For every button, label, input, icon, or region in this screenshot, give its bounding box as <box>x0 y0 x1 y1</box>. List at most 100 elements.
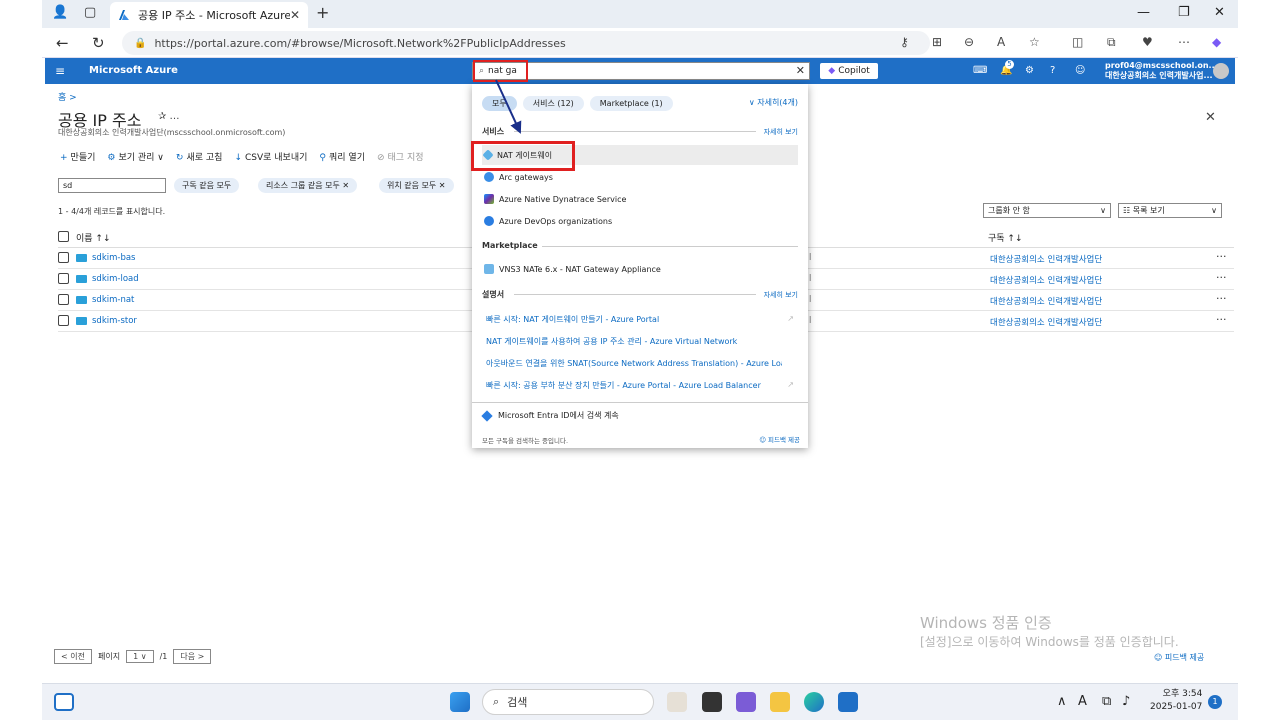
refresh-icon[interactable]: ↻ <box>92 34 105 52</box>
account-info[interactable]: prof04@mscsschool.on... 대한상공회의소 인력개발사업..… <box>1105 61 1218 81</box>
read-aloud-icon[interactable]: A <box>997 35 1005 49</box>
more-icon[interactable]: ⋯ <box>1178 35 1190 49</box>
store-icon[interactable] <box>838 692 858 712</box>
docs-see-more-link[interactable]: 자세히 보기 <box>764 290 798 300</box>
volume-icon[interactable]: ♪ <box>1122 694 1130 709</box>
tab-close-icon[interactable]: ✕ <box>290 8 300 22</box>
apps-icon[interactable]: ⊞ <box>932 35 942 49</box>
doc-link[interactable]: 빠른 시작: NAT 게이트웨이 만들기 - Azure Portal <box>486 314 782 325</box>
filter-pill-subscription[interactable]: 구독 같음 모두 <box>174 178 240 193</box>
feedback-icon[interactable]: ☺ <box>1075 65 1085 76</box>
view-select[interactable]: ☷ 목록 보기 ∨ <box>1118 203 1222 218</box>
col-subscription-header[interactable]: 구독 ↑↓ <box>988 231 1023 244</box>
chevron-up-icon[interactable]: ∧ <box>1057 694 1067 709</box>
copilot-browser-icon[interactable]: ◆ <box>1212 35 1221 49</box>
row-subscription-link[interactable]: 대한상공회의소 인력개발사업단 <box>990 295 1102 307</box>
row-checkbox[interactable] <box>58 294 69 305</box>
result-dynatrace[interactable]: Azure Native Dynatrace Service <box>482 189 798 209</box>
chat-icon[interactable] <box>736 692 756 712</box>
new-tab-icon[interactable]: + <box>316 3 329 22</box>
row-name-link[interactable]: sdkim-nat <box>92 295 134 305</box>
row-subscription-link[interactable]: 대한상공회의소 인력개발사업단 <box>990 253 1102 265</box>
file-explorer-icon[interactable] <box>770 692 790 712</box>
row-name-link[interactable]: sdkim-bas <box>92 253 136 263</box>
show-more-link[interactable]: ∨ 자세히(4개) <box>749 97 798 108</box>
copilot-icon: ◆ <box>828 66 836 76</box>
notification-badge[interactable]: 1 <box>1208 695 1222 709</box>
extensions-icon[interactable]: ♥ <box>1142 35 1153 49</box>
create-button[interactable]: + 만들기 <box>60 150 95 163</box>
export-csv-button[interactable]: ↓ CSV로 내보내기 <box>234 150 307 163</box>
breadcrumb[interactable]: 홈 > <box>58 90 77 103</box>
hamburger-icon[interactable]: ≡ <box>55 64 65 78</box>
search-clear-icon[interactable]: ✕ <box>796 64 805 77</box>
collections-icon[interactable]: ⧉ <box>1107 35 1116 50</box>
row-checkbox[interactable] <box>58 273 69 284</box>
row-more-icon[interactable]: ··· <box>1216 313 1227 326</box>
close-blade-icon[interactable]: ✕ <box>1205 110 1216 125</box>
split-screen-icon[interactable]: ◫ <box>1072 35 1083 49</box>
row-subscription-link[interactable]: 대한상공회의소 인력개발사업단 <box>990 316 1102 328</box>
row-name-link[interactable]: sdkim-stor <box>92 316 137 326</box>
page-feedback-link[interactable]: ☺ 피드백 제공 <box>1154 652 1204 663</box>
taskbar-search[interactable]: ⌕ 검색 <box>482 689 654 715</box>
group-by-select[interactable]: 그룹화 안 함 ∨ <box>983 203 1111 218</box>
help-icon[interactable]: ? <box>1050 65 1055 76</box>
restore-icon[interactable]: ❐ <box>1178 5 1190 20</box>
task-view-icon[interactable] <box>667 692 687 712</box>
row-more-icon[interactable]: ··· <box>1216 292 1227 305</box>
cloud-shell-icon[interactable]: ⌨ <box>973 65 987 76</box>
entra-search-link[interactable]: Microsoft Entra ID에서 검색 계속 <box>481 409 619 422</box>
row-more-icon[interactable]: ··· <box>1216 250 1227 263</box>
row-checkbox[interactable] <box>58 252 69 263</box>
pin-more-icons[interactable]: ✰ … <box>158 111 180 122</box>
edge-icon[interactable] <box>804 692 824 712</box>
browser-tab-active[interactable]: 공용 IP 주소 - Microsoft Azure ✕ <box>110 2 308 28</box>
result-vns3[interactable]: VNS3 NATe 6.x - NAT Gateway Appliance <box>482 259 798 279</box>
copilot-button[interactable]: ◆ Copilot <box>820 63 878 79</box>
tab-marketplace[interactable]: Marketplace (1) <box>589 96 673 111</box>
ime-icon[interactable]: A <box>1078 694 1087 709</box>
favorite-icon[interactable]: ☆ <box>1029 35 1040 49</box>
manage-view-button[interactable]: ⚙ 보기 관리 ∨ <box>107 150 164 163</box>
row-more-icon[interactable]: ··· <box>1216 271 1227 284</box>
profile-icon[interactable]: 👤 <box>52 5 68 20</box>
url-field[interactable]: 🔒 https://portal.azure.com/#browse/Micro… <box>122 31 930 55</box>
azure-brand[interactable]: Microsoft Azure <box>89 65 178 76</box>
open-query-button[interactable]: ⚲ 쿼리 열기 <box>319 150 365 163</box>
network-icon[interactable]: ⧉ <box>1102 694 1111 709</box>
filter-pill-resource-group[interactable]: 리소스 그룹 같음 모두 ✕ <box>258 178 358 193</box>
settings-icon[interactable]: ⚙ <box>1025 65 1034 76</box>
minimize-icon[interactable]: — <box>1137 5 1150 20</box>
result-devops[interactable]: Azure DevOps organizations <box>482 211 798 231</box>
key-icon[interactable]: ⚷ <box>900 35 909 49</box>
page-select[interactable]: 1 ∨ <box>126 650 154 663</box>
back-icon[interactable]: ← <box>56 34 69 52</box>
avatar[interactable] <box>1213 63 1229 79</box>
zoom-icon[interactable]: ⊖ <box>964 35 974 49</box>
filter-input[interactable]: sd <box>58 178 166 193</box>
refresh-button[interactable]: ↻ 새로 고침 <box>176 150 223 163</box>
next-page-button[interactable]: 다음 > <box>173 649 212 664</box>
start-icon[interactable] <box>450 692 470 712</box>
assign-tags-button[interactable]: ⊘ 태그 지정 <box>377 150 424 163</box>
account-name: prof04@mscsschool.on... <box>1105 61 1218 70</box>
doc-link[interactable]: NAT 게이트웨이를 사용하여 공용 IP 주소 관리 - Azure Virt… <box>486 336 782 347</box>
window-close-icon[interactable]: ✕ <box>1214 5 1225 20</box>
dropdown-feedback-link[interactable]: ☺ 피드백 제공 <box>759 434 800 444</box>
widgets-icon[interactable] <box>54 693 74 711</box>
row-name-link[interactable]: sdkim-load <box>92 274 139 284</box>
services-see-more-link[interactable]: 자세히 보기 <box>764 127 798 137</box>
row-checkbox[interactable] <box>58 315 69 326</box>
result-label: VNS3 NATe 6.x - NAT Gateway Appliance <box>499 264 661 274</box>
prev-page-button[interactable]: < 이전 <box>54 649 92 664</box>
doc-link[interactable]: 빠른 시작: 공용 부하 분산 장치 만들기 - Azure Portal - … <box>486 380 782 391</box>
filter-pill-location[interactable]: 위치 같음 모두 ✕ <box>379 178 454 193</box>
tab-actions-icon[interactable]: ▢ <box>84 5 96 20</box>
app-icon[interactable] <box>702 692 722 712</box>
row-subscription-link[interactable]: 대한상공회의소 인력개발사업단 <box>990 274 1102 286</box>
col-name-header[interactable]: 이름 ↑↓ <box>76 231 111 244</box>
clock[interactable]: 오후 3:54 2025-01-07 <box>1150 688 1202 714</box>
doc-link[interactable]: 아웃바운드 연결을 위한 SNAT(Source Network Address… <box>486 358 782 369</box>
select-all-checkbox[interactable] <box>58 231 69 242</box>
